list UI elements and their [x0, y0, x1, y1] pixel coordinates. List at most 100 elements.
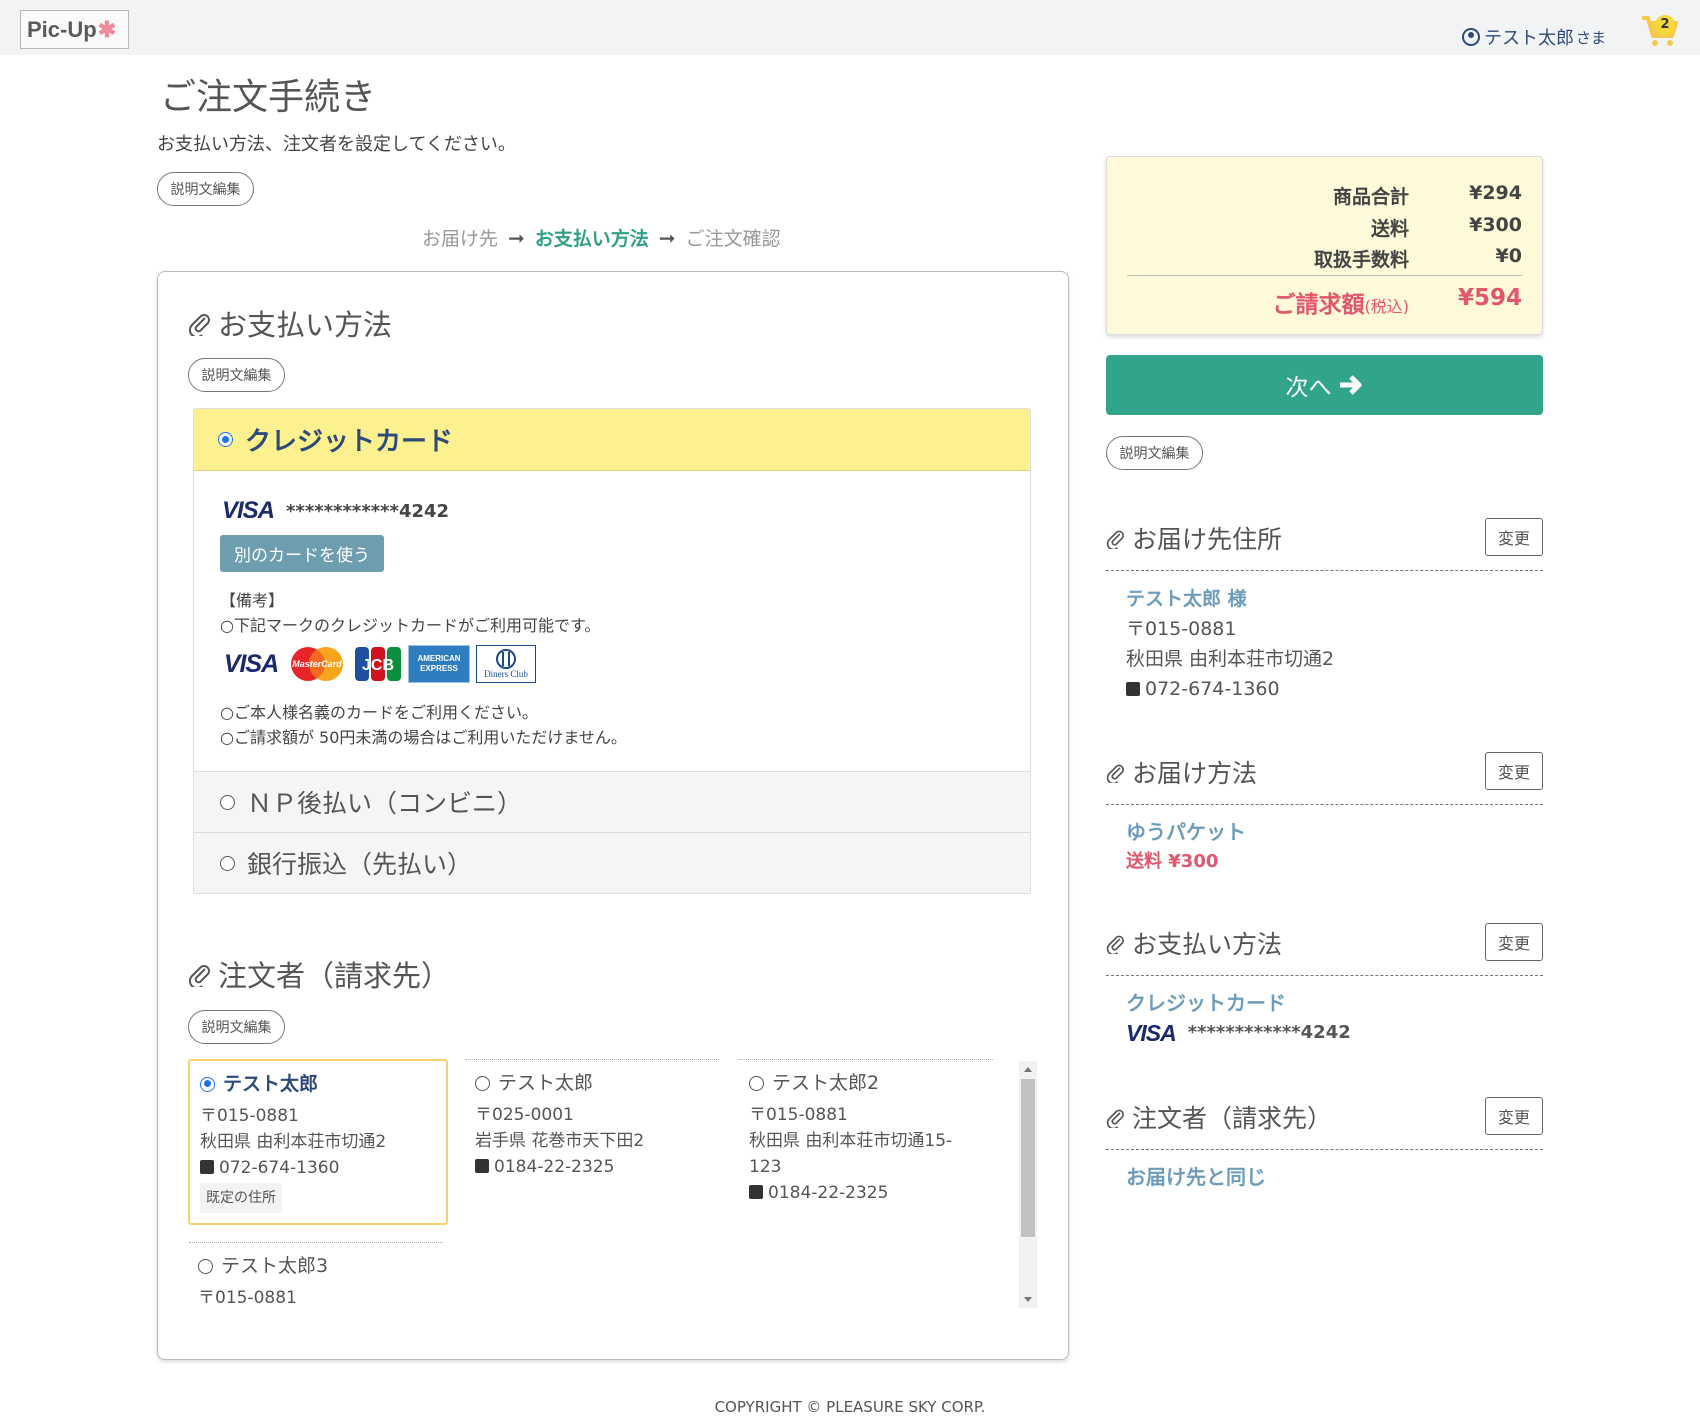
side-orderer-details: お届け先と同じ [1126, 1162, 1266, 1192]
scroll-down-icon[interactable] [1024, 1297, 1032, 1302]
card-brand-logos: VISA MasterCard JCB AMERICAN EXPRESS Dine… [222, 645, 536, 683]
radio-unselected-icon[interactable] [475, 1075, 490, 1091]
card-number: ************4242 [286, 500, 450, 522]
delivery-address-line: 秋田県 由利本荘市切通2 [1126, 648, 1335, 670]
divider [1106, 1149, 1543, 1150]
site-logo[interactable]: Pic-Up ✱ [20, 10, 129, 49]
address-zip: 〒015-0881 [200, 1106, 299, 1126]
visa-logo: VISA [1126, 1020, 1177, 1046]
copyright: COPYRIGHT © PLEASURE SKY CORP. [714, 1398, 986, 1416]
delivery-method-title: お届け方法 [1106, 752, 1543, 792]
radio-unselected-icon[interactable] [220, 855, 235, 871]
use-other-card-button[interactable]: 別のカードを使う [220, 535, 384, 572]
side-delivery-method: お届け方法 変更 ゆうパケット 送料 ¥300 [1106, 752, 1543, 882]
diners-club-logo: Diners Club [476, 645, 536, 683]
side-card-number: ************4242 [1187, 1022, 1351, 1043]
payment-option-credit[interactable]: クレジットカード [194, 409, 1030, 471]
address-line: 岩手県 花巻市天下田2 [475, 1131, 645, 1151]
jcb-logo: JCB [354, 645, 402, 683]
visa-logo: VISA [223, 649, 279, 678]
address-card[interactable]: テスト太郎3 〒015-0881 [198, 1253, 458, 1308]
side-payment-method: お支払い方法 変更 クレジットカード VISA ************4242 [1106, 923, 1543, 1053]
edit-description-button[interactable]: 説明文編集 [157, 172, 254, 206]
address-card[interactable]: テスト太郎2 〒015-0881 秋田県 由利本荘市切通15-123 0184-… [749, 1070, 964, 1206]
page-intro: お支払い方法、注文者を設定してください。 [157, 134, 516, 155]
orderer-section-title: 注文者（請求先） [188, 953, 450, 995]
phone-icon [475, 1159, 489, 1173]
scroll-up-icon[interactable] [1024, 1067, 1032, 1072]
shipping-label: 送料 [1370, 218, 1409, 240]
side-payment-details: クレジットカード VISA ************4242 [1126, 988, 1351, 1048]
side-edit-description-button[interactable]: 説明文編集 [1106, 436, 1203, 470]
radio-unselected-icon[interactable] [220, 794, 235, 810]
address-name: テスト太郎3 [221, 1255, 329, 1277]
change-delivery-method-button[interactable]: 変更 [1485, 752, 1543, 790]
next-button[interactable]: 次へ [1106, 355, 1543, 415]
paperclip-icon [1106, 1109, 1124, 1128]
step-confirm: ご注文確認 [685, 228, 781, 250]
paperclip-icon [188, 965, 210, 987]
radio-selected-icon[interactable] [218, 432, 233, 447]
next-button-label: 次へ [1285, 375, 1332, 401]
address-tel: 072-674-1360 [219, 1158, 340, 1178]
delivery-address-label: お届け先住所 [1132, 525, 1283, 554]
payment-section-title: お支払い方法 [188, 302, 392, 344]
mastercard-text: MasterCard [292, 659, 342, 669]
fee-label: 取扱手数料 [1313, 249, 1409, 271]
phone-icon [1126, 682, 1140, 696]
amex-text-1: AMERICAN [417, 654, 461, 663]
phone-icon [749, 1185, 763, 1199]
radio-unselected-icon[interactable] [749, 1075, 764, 1091]
cart-count-badge: 2 [1655, 15, 1675, 35]
cart-button[interactable]: 2 [1640, 12, 1680, 48]
delivery-address-title: お届け先住所 [1106, 518, 1543, 558]
side-payment-name: クレジットカード [1126, 991, 1286, 1015]
payment-option-np[interactable]: ＮＰ後払い（コンビニ） [194, 771, 1030, 832]
step-delivery: お届け先 [422, 228, 499, 250]
total-value: ¥594 [1457, 285, 1522, 311]
address-zip: 〒015-0881 [749, 1105, 848, 1125]
address-card[interactable]: テスト太郎 〒025-0001 岩手県 花巻市天下田2 0184-22-2325 [475, 1070, 735, 1180]
page-title: ご注文手続き [160, 77, 377, 118]
side-payment-title: お支払い方法 [1106, 923, 1543, 963]
divider [1106, 570, 1543, 571]
amex-text-2: EXPRESS [420, 664, 458, 673]
change-payment-button[interactable]: 変更 [1485, 923, 1543, 961]
payment-option-np-label: ＮＰ後払い（コンビニ） [247, 789, 523, 818]
divider [189, 1242, 443, 1243]
total-tax-note: (税込) [1364, 297, 1410, 316]
divider [1106, 975, 1543, 976]
visa-logo: VISA [222, 497, 275, 524]
arrow-right-icon: ➞ [508, 225, 525, 250]
address-line: 秋田県 由利本荘市切通2 [200, 1132, 387, 1152]
address-list-scrollbar[interactable] [1019, 1061, 1037, 1308]
change-delivery-address-button[interactable]: 変更 [1485, 518, 1543, 556]
delivery-recipient: テスト太郎 様 [1126, 588, 1247, 610]
scroll-thumb[interactable] [1021, 1079, 1035, 1237]
logo-text: Pic-Up [27, 16, 97, 42]
radio-selected-icon[interactable] [200, 1076, 215, 1092]
user-menu[interactable]: テスト太郎 さま [1462, 24, 1606, 50]
arrow-right-icon [1339, 375, 1361, 395]
address-card[interactable]: テスト太郎 〒015-0881 秋田県 由利本荘市切通2 072-674-136… [188, 1059, 448, 1225]
divider [1106, 804, 1543, 805]
payment-edit-description-button[interactable]: 説明文編集 [188, 358, 285, 392]
summary-subtotal-row: 商品合計 ¥294 [1209, 182, 1522, 209]
payment-options: クレジットカード VISA ************4242 別のカードを使う … [193, 408, 1031, 894]
subtotal-label: 商品合計 [1332, 186, 1409, 208]
side-delivery-address: お届け先住所 変更 テスト太郎 様 〒015-0881 秋田県 由利本荘市切通2… [1106, 518, 1543, 703]
order-summary: 商品合計 ¥294 送料 ¥300 取扱手数料 ¥0 ご請求額(税込) ¥594 [1106, 156, 1543, 335]
delivery-method-label: お届け方法 [1132, 759, 1258, 788]
summary-total-row: ご請求額(税込) ¥594 [1149, 285, 1523, 319]
user-icon [1462, 28, 1480, 46]
default-address-badge: 既定の住所 [200, 1183, 282, 1213]
orderer-edit-description-button[interactable]: 説明文編集 [188, 1010, 285, 1044]
total-label: ご請求額 [1272, 292, 1365, 318]
note-available-cards: ○下記マークのクレジットカードがご利用可能です。 [220, 616, 601, 635]
checkout-steps: お届け先 ➞ お支払い方法 ➞ ご注文確認 [422, 224, 781, 251]
note-min-amount: ○ご請求額が 50円未満の場合はご利用いただけません。 [220, 728, 627, 747]
payment-option-bank[interactable]: 銀行振込（先払い） [194, 832, 1030, 893]
side-orderer-value: お届け先と同じ [1126, 1165, 1266, 1189]
change-orderer-button[interactable]: 変更 [1485, 1097, 1543, 1135]
radio-unselected-icon[interactable] [198, 1258, 213, 1274]
